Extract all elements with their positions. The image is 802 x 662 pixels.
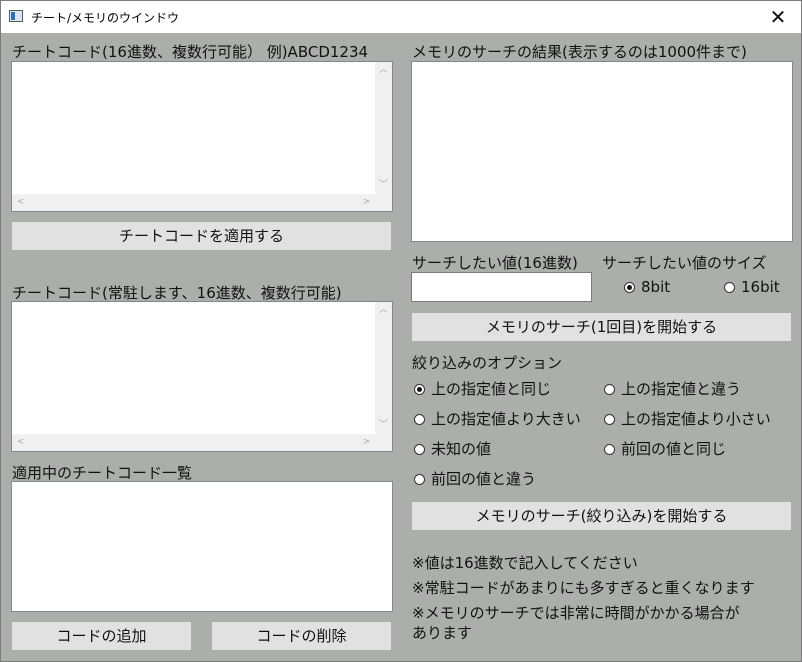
filter-different-from-previous-radio[interactable]: 前回の値と違う: [414, 468, 536, 489]
cheat-code-label: チートコード(16進数、複数行可能） 例)ABCD1234: [12, 43, 369, 61]
title-bar: チート/メモリのウインドウ ✕: [1, 1, 801, 33]
filter-unknown-value-radio[interactable]: 未知の値: [414, 438, 491, 459]
scroll-up-icon[interactable]: ︿: [375, 302, 392, 319]
size-8bit-label: 8bit: [641, 278, 671, 296]
close-button[interactable]: ✕: [755, 1, 801, 33]
search-value-input[interactable]: [411, 272, 592, 302]
scroll-up-icon[interactable]: ︿: [375, 62, 392, 79]
filter-different-from-value-radio[interactable]: 上の指定値と違う: [604, 378, 741, 399]
radio-selected-icon: [624, 282, 635, 293]
radio-unselected-icon: [414, 474, 425, 485]
scroll-left-icon[interactable]: <: [12, 434, 29, 451]
start-first-search-button[interactable]: メモリのサーチ(1回目)を開始する: [411, 312, 792, 342]
scroll-down-icon[interactable]: ﹀: [375, 417, 392, 434]
app-window-icon: [9, 10, 23, 22]
scroll-right-icon[interactable]: >: [358, 434, 375, 451]
scroll-right-icon[interactable]: >: [358, 194, 375, 211]
resident-code-textarea[interactable]: ︿ ﹀ < >: [11, 301, 393, 452]
filter-option-label: 前回の値と違う: [431, 470, 537, 488]
add-code-button[interactable]: コードの追加: [11, 621, 192, 651]
scrollbar-corner: [375, 434, 392, 451]
vertical-scrollbar[interactable]: ︿ ﹀: [375, 302, 392, 434]
radio-unselected-icon: [604, 444, 615, 455]
radio-unselected-icon: [414, 414, 425, 425]
scroll-left-icon[interactable]: <: [12, 194, 29, 211]
radio-unselected-icon: [604, 384, 615, 395]
filter-less-than-value-radio[interactable]: 上の指定値より小さい: [604, 408, 771, 429]
filter-options-label: 絞り込みのオプション: [412, 354, 563, 372]
scroll-down-icon[interactable]: ﹀: [375, 177, 392, 194]
search-results-list[interactable]: [411, 61, 793, 242]
size-16bit-label: 16bit: [741, 278, 780, 296]
vertical-scrollbar[interactable]: ︿ ﹀: [375, 62, 392, 194]
cheat-memory-window: チート/メモリのウインドウ ✕ チートコード(16進数、複数行可能） 例)ABC…: [0, 0, 802, 662]
horizontal-scrollbar[interactable]: < >: [12, 434, 375, 451]
search-results-label: メモリのサーチの結果(表示するのは1000件まで): [412, 43, 747, 61]
radio-unselected-icon: [724, 282, 735, 293]
filter-option-label: 上の指定値と違う: [621, 380, 742, 398]
cheat-code-textarea[interactable]: ︿ ﹀ < >: [11, 61, 393, 212]
scrollbar-corner: [375, 194, 392, 211]
resident-code-label: チートコード(常駐します、16進数、複数行可能): [12, 284, 342, 302]
note-line: あります: [412, 624, 473, 642]
filter-same-as-value-radio[interactable]: 上の指定値と同じ: [414, 378, 551, 399]
filter-same-as-previous-radio[interactable]: 前回の値と同じ: [604, 438, 726, 459]
size-8bit-radio[interactable]: 8bit: [624, 278, 670, 296]
active-codes-label: 適用中のチートコード一覧: [12, 464, 193, 482]
filter-option-label: 未知の値: [431, 440, 492, 458]
search-value-label: サーチしたい値(16進数): [412, 254, 578, 272]
search-size-label: サーチしたい値のサイズ: [602, 254, 767, 272]
filter-greater-than-value-radio[interactable]: 上の指定値より大きい: [414, 408, 581, 429]
filter-option-label: 上の指定値より大きい: [431, 410, 581, 428]
filter-option-label: 上の指定値より小さい: [621, 410, 771, 428]
window-title: チート/メモリのウインドウ: [31, 11, 180, 25]
radio-unselected-icon: [604, 414, 615, 425]
active-codes-list[interactable]: [11, 481, 393, 612]
note-line: ※常駐コードがあまりにも多すぎると重くなります: [412, 579, 755, 597]
radio-selected-icon: [414, 384, 425, 395]
filter-option-label: 上の指定値と同じ: [431, 380, 552, 398]
note-line: ※値は16進数で記入してください: [412, 554, 638, 572]
start-narrow-search-button[interactable]: メモリのサーチ(絞り込み)を開始する: [411, 501, 792, 531]
size-16bit-radio[interactable]: 16bit: [724, 278, 780, 296]
radio-unselected-icon: [414, 444, 425, 455]
note-line: ※メモリのサーチでは非常に時間がかかる場合が: [412, 604, 740, 622]
filter-option-label: 前回の値と同じ: [621, 440, 727, 458]
horizontal-scrollbar[interactable]: < >: [12, 194, 375, 211]
apply-cheat-code-button[interactable]: チートコードを適用する: [11, 221, 392, 251]
delete-code-button[interactable]: コードの削除: [211, 621, 392, 651]
